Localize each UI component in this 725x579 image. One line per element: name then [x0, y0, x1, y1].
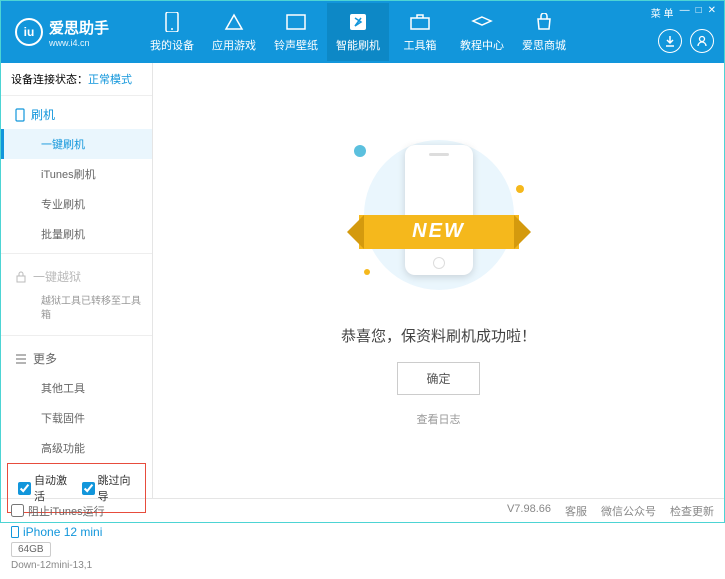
block-itunes-checkbox[interactable]: 阻止iTunes运行 — [11, 503, 105, 519]
nav-ringtones[interactable]: 铃声壁纸 — [265, 3, 327, 61]
nav-store[interactable]: 爱思商城 — [513, 3, 575, 61]
device-info: iPhone 12 mini 64GB Down-12mini-13,1 — [1, 519, 152, 579]
sidebar-item-itunes-flash[interactable]: iTunes刷机 — [1, 159, 152, 189]
store-icon — [513, 11, 575, 33]
window-controls: 菜 单 — □ ✕ — [651, 5, 716, 20]
skip-guide-checkbox[interactable]: 跳过向导 — [82, 472, 136, 504]
device-icon — [141, 11, 203, 33]
view-log-link[interactable]: 查看日志 — [417, 411, 461, 427]
section-flash[interactable]: 刷机 — [1, 96, 152, 129]
tutorial-icon — [451, 11, 513, 33]
phone-icon — [11, 526, 19, 538]
device-model: Down-12mini-13,1 — [11, 560, 142, 571]
sidebar-item-batch-flash[interactable]: 批量刷机 — [1, 219, 152, 249]
wallpaper-icon — [265, 11, 327, 33]
download-button[interactable] — [658, 29, 682, 53]
sidebar: 设备连接状态：正常模式 刷机 一键刷机 iTunes刷机 专业刷机 批量刷机 一… — [1, 63, 153, 498]
app-header: iu 爱思助手 www.i4.cn 我的设备 应用游戏 铃声壁纸 智能刷机 工具… — [1, 1, 724, 63]
section-jailbreak[interactable]: 一键越狱 — [1, 258, 152, 291]
main-nav: 我的设备 应用游戏 铃声壁纸 智能刷机 工具箱 教程中心 爱思商城 — [141, 3, 724, 61]
nav-tutorial[interactable]: 教程中心 — [451, 3, 513, 61]
lock-icon — [15, 271, 27, 283]
section-more[interactable]: 更多 — [1, 340, 152, 373]
success-message: 恭喜您，保资料刷机成功啦！ — [341, 325, 536, 346]
flash-icon — [327, 11, 389, 33]
new-ribbon: NEW — [359, 215, 519, 249]
wechat-link[interactable]: 微信公众号 — [601, 503, 656, 519]
main-content: NEW 恭喜您，保资料刷机成功啦！ 确定 查看日志 — [153, 63, 724, 498]
service-link[interactable]: 客服 — [565, 503, 587, 519]
logo: iu 爱思助手 www.i4.cn — [1, 17, 141, 48]
ok-button[interactable]: 确定 — [397, 362, 479, 395]
close-icon[interactable]: ✕ — [708, 5, 716, 20]
phone-icon — [15, 108, 25, 122]
menu-text[interactable]: 菜 单 — [651, 5, 674, 20]
sidebar-item-other-tools[interactable]: 其他工具 — [1, 373, 152, 403]
menu-icon — [15, 354, 27, 364]
check-update-link[interactable]: 检查更新 — [670, 503, 714, 519]
jailbreak-note: 越狱工具已转移至工具箱 — [1, 291, 152, 331]
nav-apps[interactable]: 应用游戏 — [203, 3, 265, 61]
nav-my-device[interactable]: 我的设备 — [141, 3, 203, 61]
auto-activate-checkbox[interactable]: 自动激活 — [18, 472, 72, 504]
logo-icon: iu — [15, 18, 43, 46]
device-storage: 64GB — [11, 542, 51, 557]
sidebar-item-oneclick-flash[interactable]: 一键刷机 — [1, 129, 152, 159]
nav-flash[interactable]: 智能刷机 — [327, 3, 389, 61]
user-button[interactable] — [690, 29, 714, 53]
connection-status: 设备连接状态：正常模式 — [1, 63, 152, 96]
toolbox-icon — [389, 11, 451, 33]
nav-toolbox[interactable]: 工具箱 — [389, 3, 451, 61]
sidebar-item-download-firmware[interactable]: 下载固件 — [1, 403, 152, 433]
sidebar-item-pro-flash[interactable]: 专业刷机 — [1, 189, 152, 219]
app-name: 爱思助手 — [49, 17, 109, 38]
app-domain: www.i4.cn — [49, 38, 109, 48]
apps-icon — [203, 11, 265, 33]
success-illustration: NEW — [349, 135, 529, 305]
version-label: V7.98.66 — [507, 503, 551, 519]
maximize-icon[interactable]: □ — [696, 5, 702, 20]
device-name[interactable]: iPhone 12 mini — [11, 525, 142, 539]
sidebar-item-advanced[interactable]: 高级功能 — [1, 433, 152, 463]
minimize-icon[interactable]: — — [680, 5, 690, 20]
